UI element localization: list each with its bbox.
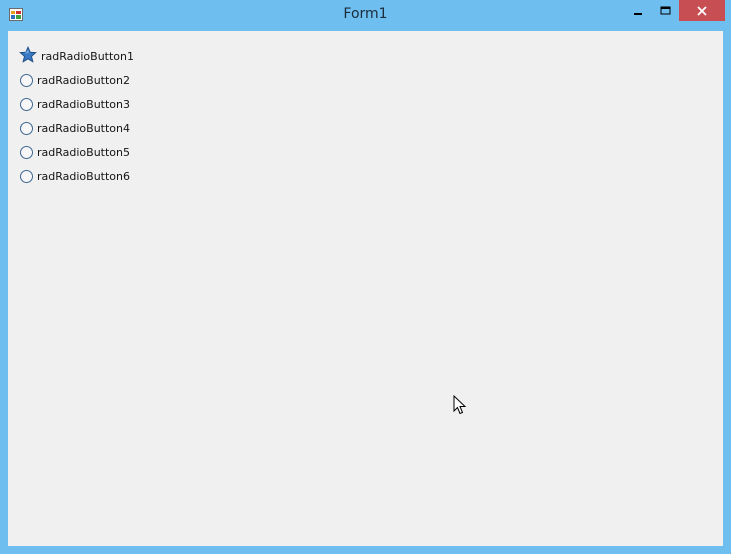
- radio-circle-icon: [20, 73, 33, 87]
- close-button[interactable]: [679, 0, 725, 21]
- radio-button-3[interactable]: radRadioButton3: [19, 92, 134, 116]
- title-bar[interactable]: Form1: [0, 0, 731, 30]
- radio-button-label: radRadioButton6: [37, 169, 131, 183]
- mouse-pointer-icon: [453, 395, 467, 415]
- radio-button-label: radRadioButton1: [41, 49, 135, 63]
- radio-button-list: radRadioButton1 radRadioButton2 radRadio…: [19, 44, 134, 188]
- maximize-icon: [660, 6, 670, 14]
- radio-button-label: radRadioButton4: [37, 121, 131, 135]
- radio-circle-icon: [20, 169, 33, 183]
- radio-button-1[interactable]: radRadioButton1: [19, 44, 134, 68]
- radio-button-4[interactable]: radRadioButton4: [19, 116, 134, 140]
- radio-button-6[interactable]: radRadioButton6: [19, 164, 134, 188]
- maximize-button[interactable]: [652, 0, 678, 21]
- radio-button-label: radRadioButton5: [37, 145, 131, 159]
- radio-circle-icon: [20, 145, 33, 159]
- radio-circle-icon: [20, 97, 33, 111]
- window-title: Form1: [343, 6, 388, 22]
- star-icon: [19, 46, 37, 63]
- minimize-icon: [634, 12, 642, 15]
- radio-button-label: radRadioButton2: [37, 73, 131, 87]
- radio-circle-icon: [20, 121, 33, 135]
- form-client-area: radRadioButton1 radRadioButton2 radRadio…: [8, 31, 723, 546]
- radio-button-label: radRadioButton3: [37, 97, 131, 111]
- minimize-button[interactable]: [625, 0, 651, 21]
- window: Form1 radRadioButton1 radRadioButton2 ra…: [0, 0, 731, 554]
- radio-button-2[interactable]: radRadioButton2: [19, 68, 134, 92]
- radio-button-5[interactable]: radRadioButton5: [19, 140, 134, 164]
- close-icon: [697, 5, 707, 16]
